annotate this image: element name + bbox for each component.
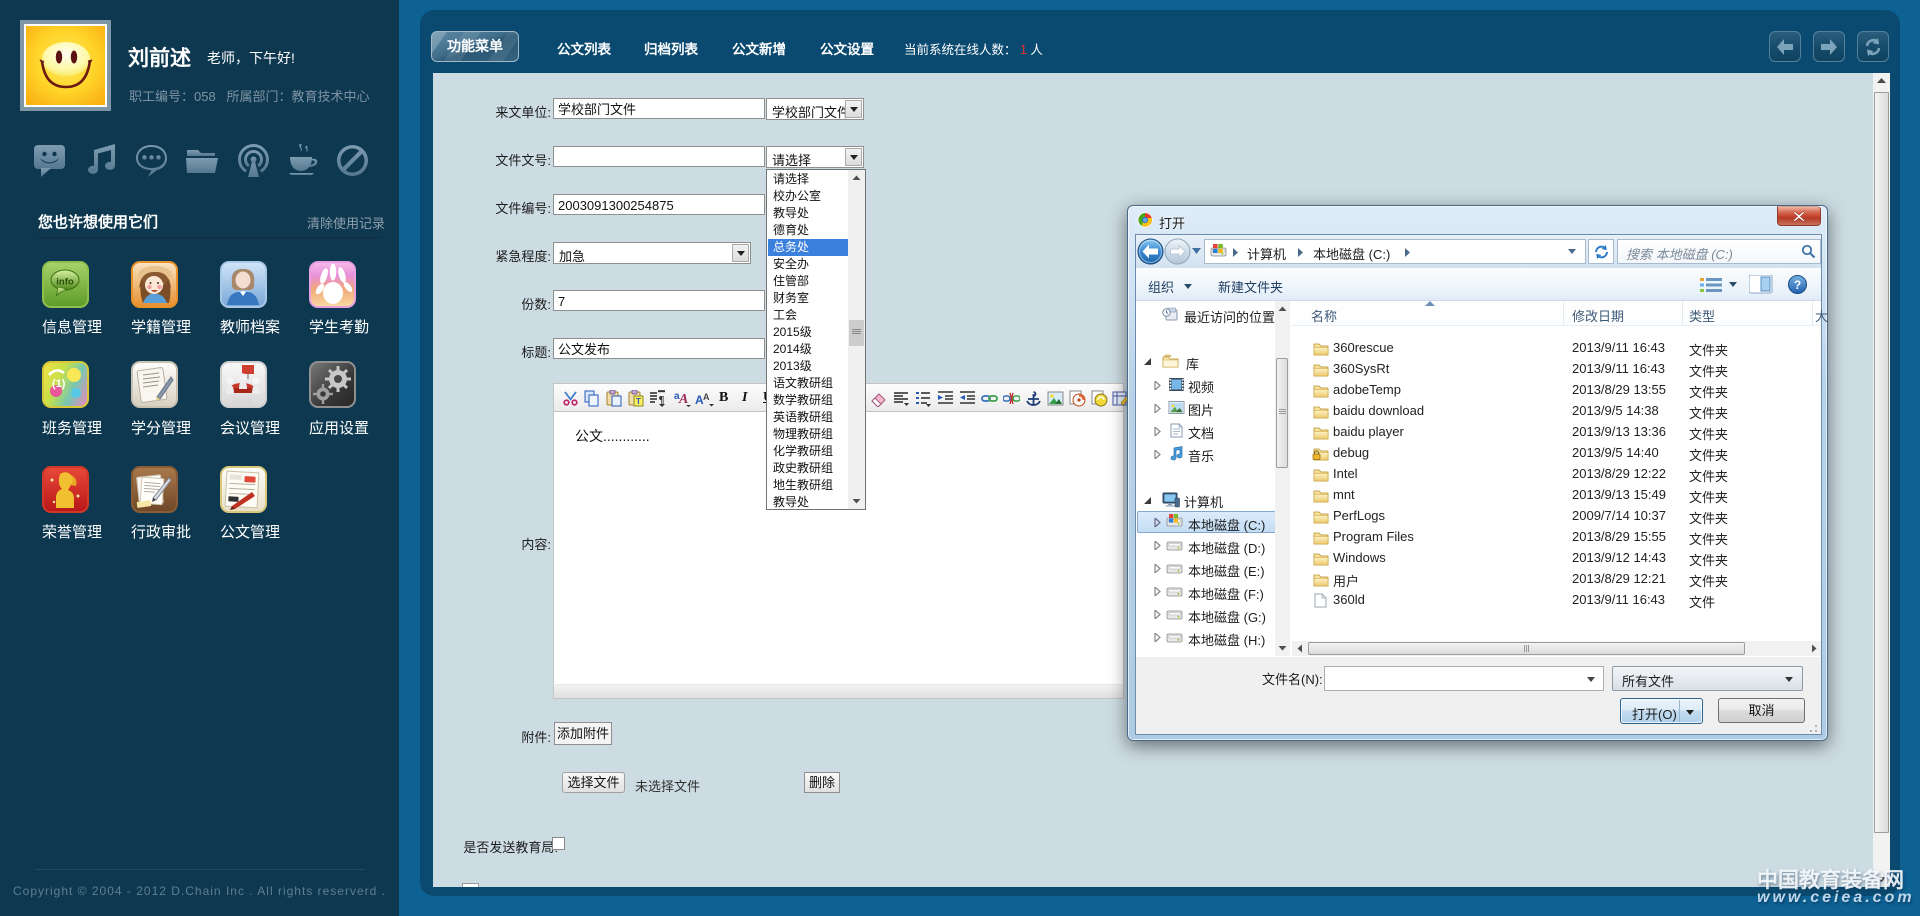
svg-text:A: A [678,392,688,407]
svg-text:info: info [56,277,74,288]
svg-text:A: A [703,392,710,402]
svg-text:(1): (1) [52,378,66,390]
svg-text:T: T [636,397,641,406]
svg-text:?: ? [1794,278,1801,292]
